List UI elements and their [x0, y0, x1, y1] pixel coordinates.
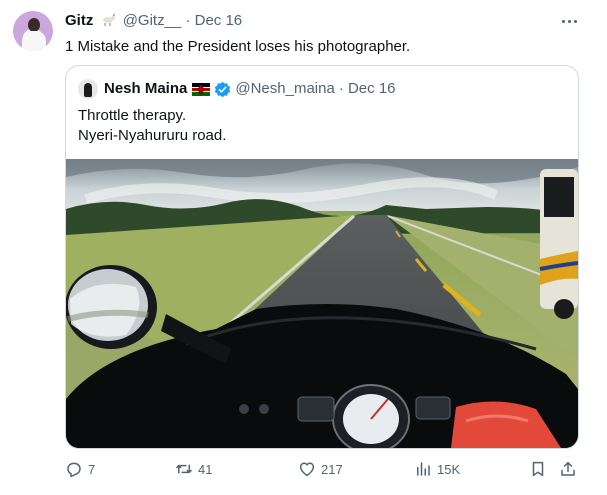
share-icon — [561, 461, 575, 476]
quoted-text-line: Throttle therapy. — [78, 107, 187, 124]
reply-icon — [67, 462, 81, 478]
views-icon — [417, 462, 430, 476]
quoted-author-name[interactable]: Nesh Maina — [104, 80, 187, 98]
tweet-text: 1 Mistake and the President loses his ph… — [65, 38, 411, 55]
more-horizontal-icon[interactable] — [555, 10, 583, 32]
reply-count: 7 — [88, 461, 96, 477]
quoted-avatar[interactable] — [78, 79, 98, 99]
heart-icon — [299, 462, 315, 477]
views-count: 15K — [437, 461, 461, 477]
tweet-date[interactable]: · Dec 16 — [185, 12, 242, 29]
tweet-header: Gitz @Gitz__ · Dec 16 — [65, 12, 242, 30]
video-thumbnail[interactable] — [66, 159, 578, 448]
like-count: 217 — [321, 461, 343, 477]
action-bar: 7 41 217 15K — [65, 458, 582, 480]
author-name[interactable]: Gitz — [65, 12, 93, 29]
quoted-tweet[interactable]: Nesh Maina @Nesh_maina · Dec 16 Throttle… — [65, 65, 579, 449]
quoted-author-handle[interactable]: @Nesh_maina — [235, 80, 334, 98]
retweet-count: 41 — [198, 461, 213, 477]
reply-button[interactable]: 7 — [65, 458, 95, 480]
quoted-text-line: Nyeri-Nyahururu road. — [78, 127, 227, 144]
bookmark-button[interactable] — [529, 458, 552, 480]
like-button[interactable]: 217 — [298, 458, 343, 480]
verified-badge-icon — [215, 81, 231, 97]
avatar[interactable] — [13, 11, 53, 51]
views-button[interactable]: 15K — [414, 458, 460, 480]
quoted-text: Throttle therapy. Nyeri-Nyahururu road. — [78, 106, 226, 146]
quoted-header: Nesh Maina @Nesh_maina · Dec 16 — [104, 80, 396, 98]
author-handle[interactable]: @Gitz__ — [123, 12, 182, 29]
retweet-button[interactable]: 41 — [175, 458, 212, 480]
retweet-icon — [176, 464, 192, 474]
quoted-date[interactable]: · Dec 16 — [339, 80, 396, 98]
goat-emoji-icon — [102, 14, 115, 26]
kenya-flag-icon — [192, 82, 211, 96]
bookmark-icon — [532, 461, 544, 477]
share-button[interactable] — [559, 458, 582, 480]
